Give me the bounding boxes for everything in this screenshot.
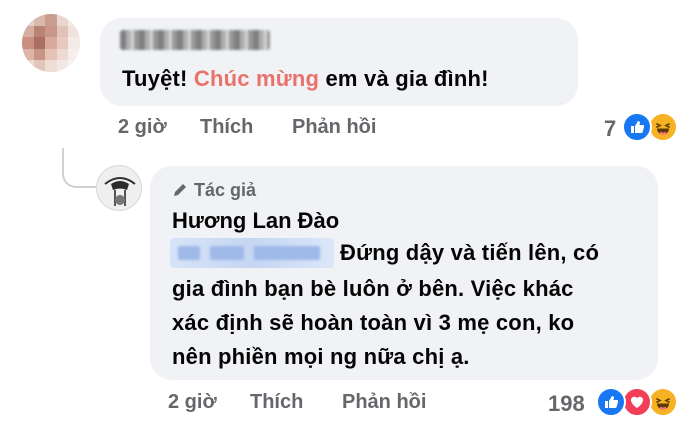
author-avatar[interactable] bbox=[96, 165, 142, 211]
comment-text-line: gia đình bạn bè luôn ở bên. Việc khác bbox=[172, 276, 574, 301]
pencil-icon bbox=[174, 184, 186, 196]
reply-button[interactable]: Phản hồi bbox=[292, 116, 376, 139]
blurred-mention-tag[interactable] bbox=[170, 238, 334, 268]
blurred-commenter-name[interactable] bbox=[120, 30, 270, 50]
like-button[interactable]: Thích bbox=[250, 391, 303, 414]
thread-connector bbox=[62, 148, 96, 188]
haha-icon[interactable] bbox=[648, 387, 678, 417]
comment-text-line: Đứng dậy và tiến lên, có bbox=[340, 240, 600, 265]
reply-button[interactable]: Phản hồi bbox=[342, 391, 426, 414]
like-button[interactable]: Thích bbox=[200, 116, 253, 139]
comment-text-line: nên phiền mọi ng nữa chị ạ. bbox=[172, 344, 470, 369]
author-badge: Tác giả bbox=[172, 180, 256, 201]
comment-time[interactable]: 2 giờ bbox=[168, 391, 217, 414]
highlighted-text: Chúc mừng bbox=[193, 66, 320, 91]
love-icon[interactable] bbox=[622, 387, 652, 417]
comment-time[interactable]: 2 giờ bbox=[118, 116, 167, 139]
comment-text: Tuyệt! Chúc mừng em và gia đình! bbox=[122, 66, 489, 91]
like-icon[interactable] bbox=[622, 112, 652, 142]
author-name[interactable]: Hương Lan Đào bbox=[172, 208, 339, 234]
like-icon[interactable] bbox=[596, 387, 626, 417]
commenter-avatar[interactable] bbox=[22, 14, 80, 72]
reaction-count[interactable]: 198 bbox=[548, 391, 585, 417]
comment-text-line: xác định sẽ hoàn toàn vì 3 mẹ con, ko bbox=[172, 310, 575, 335]
haha-icon[interactable] bbox=[648, 112, 678, 142]
reaction-count[interactable]: 7 bbox=[604, 116, 616, 142]
